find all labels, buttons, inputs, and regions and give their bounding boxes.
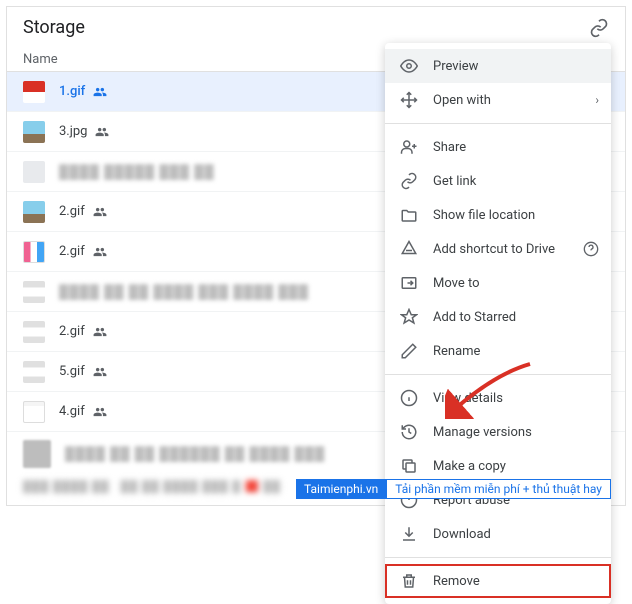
menu-label: Open with: [433, 93, 491, 108]
file-name: 2.gif: [59, 324, 85, 339]
menu-label: Share: [433, 140, 466, 155]
info-icon: [399, 388, 419, 408]
file-name: 4.gif: [59, 404, 85, 419]
menu-label: Move to: [433, 276, 480, 291]
menu-preview[interactable]: Preview: [385, 49, 611, 83]
menu-openwith[interactable]: Open with ›: [385, 83, 611, 117]
main-panel: Storage Name 1.gif 3.jpg ████ █████ ███ …: [6, 6, 626, 506]
copy-icon: [399, 456, 419, 476]
page-title: Storage: [23, 17, 85, 38]
menu-label: Preview: [433, 59, 478, 74]
shared-icon: [93, 325, 107, 339]
menu-showloc[interactable]: Show file location: [385, 198, 611, 232]
file-thumb-icon: [23, 401, 45, 423]
folder-icon: [399, 205, 419, 225]
file-name-blurred: ████ ██ ██ ████ ███ ████ ███: [59, 284, 309, 300]
menu-label: Add shortcut to Drive: [433, 242, 555, 257]
footer-banner: Taimienphi.vn Tải phần mềm miễn phí + th…: [296, 479, 611, 499]
menu-label: Rename: [433, 344, 480, 359]
moveto-icon: [399, 273, 419, 293]
menu-addshortcut[interactable]: Add shortcut to Drive: [385, 232, 611, 266]
file-name-blurred: ████ █████ ███ ██: [59, 164, 215, 180]
shared-icon: [93, 85, 107, 99]
menu-moveto[interactable]: Move to: [385, 266, 611, 300]
eye-icon: [399, 56, 419, 76]
shared-icon: [93, 405, 107, 419]
file-thumb-icon: [23, 81, 45, 103]
shared-icon: [95, 125, 109, 139]
trash-icon: [399, 571, 419, 591]
move-icon: [399, 90, 419, 110]
chevron-right-icon: ›: [595, 93, 599, 107]
footer-brand[interactable]: Taimienphi.vn: [296, 479, 386, 499]
file-name: 1.gif: [59, 84, 85, 99]
link-icon: [399, 171, 419, 191]
menu-label: Show file location: [433, 208, 535, 223]
download-icon: [399, 524, 419, 544]
menu-label: Make a copy: [433, 459, 506, 474]
menu-addstarred[interactable]: Add to Starred: [385, 300, 611, 334]
file-name: 2.gif: [59, 204, 85, 219]
annotation-arrow: [445, 359, 535, 419]
file-name-blurred: ████ ██ ██ ██████ ██ ████ ███: [65, 446, 325, 462]
menu-remove[interactable]: Remove: [385, 564, 611, 598]
link-icon[interactable]: [589, 18, 609, 38]
file-thumb-icon: [23, 361, 45, 383]
menu-label: Manage versions: [433, 425, 532, 440]
context-menu: Preview Open with › Share Get link Show …: [385, 43, 611, 604]
file-name: 3.jpg: [59, 124, 87, 139]
file-thumb-icon: [23, 281, 45, 303]
menu-separator: [385, 123, 611, 124]
menu-manageversions[interactable]: Manage versions: [385, 415, 611, 449]
menu-makecopy[interactable]: Make a copy: [385, 449, 611, 483]
file-thumb-icon: [23, 161, 45, 183]
menu-label: Download: [433, 527, 491, 542]
person-add-icon: [399, 137, 419, 157]
menu-share[interactable]: Share: [385, 130, 611, 164]
file-name: 5.gif: [59, 364, 85, 379]
file-thumb-icon: [23, 440, 51, 468]
footer-slogan: Tải phần mềm miễn phí + thủ thuật hay: [386, 479, 611, 499]
menu-label: Remove: [433, 574, 480, 589]
history-icon: [399, 422, 419, 442]
help-icon[interactable]: [583, 241, 599, 257]
file-thumb-icon: [23, 201, 45, 223]
drive-shortcut-icon: [399, 239, 419, 259]
menu-label: Get link: [433, 174, 476, 189]
file-thumb-icon: [23, 121, 45, 143]
menu-separator: [385, 557, 611, 558]
file-name: 2.gif: [59, 244, 85, 259]
file-thumb-icon: [23, 241, 45, 263]
menu-label: Add to Starred: [433, 310, 516, 325]
file-thumb-icon: [23, 321, 45, 343]
star-icon: [399, 307, 419, 327]
menu-download[interactable]: Download: [385, 517, 611, 551]
menu-getlink[interactable]: Get link: [385, 164, 611, 198]
header: Storage: [7, 7, 625, 44]
shared-icon: [93, 365, 107, 379]
shared-icon: [93, 245, 107, 259]
pencil-icon: [399, 341, 419, 361]
shared-icon: [93, 205, 107, 219]
